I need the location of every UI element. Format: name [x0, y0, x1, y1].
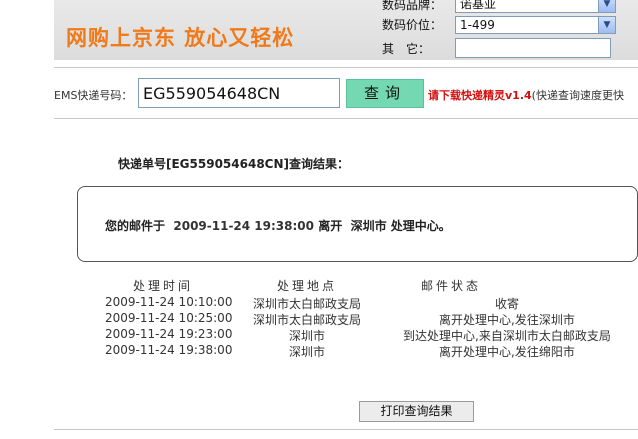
brand-select-value: 诺基亚: [460, 0, 497, 11]
chevron-down-icon[interactable]: ▼: [598, 0, 615, 12]
row-status: 离开处理中心,发往深圳市: [439, 313, 575, 327]
row-time: 2009-11-24 10:25:00: [105, 311, 233, 325]
brand-select[interactable]: 诺基亚 ▼: [455, 0, 616, 13]
banner-slogan: 网购上京东 放心又轻松: [66, 26, 295, 50]
chevron-down-icon[interactable]: ▼: [598, 17, 615, 33]
result-title: 快递单号[EG559054648CN]查询结果：: [118, 157, 350, 171]
summary-place: 深圳市 处理中心。: [350, 219, 451, 233]
result-summary-box: 您的邮件于 2009-11-24 19:38:00 离开 深圳市 处理中心。: [77, 186, 638, 262]
row-status: 收寄: [495, 297, 520, 311]
brand-label: 数码品牌：: [382, 0, 443, 12]
result-summary: 您的邮件于 2009-11-24 19:38:00 离开 深圳市 处理中心。: [105, 217, 451, 234]
divider: [54, 429, 638, 430]
divider: [54, 67, 638, 68]
summary-prefix: 您的邮件于: [105, 219, 166, 233]
row-place: 深圳市: [289, 329, 326, 343]
row-time: 2009-11-24 19:23:00: [105, 327, 233, 341]
row-place: 深圳市: [289, 345, 326, 359]
row-status: 离开处理中心,发往绵阳市: [439, 345, 575, 359]
other-label: 其 它：: [382, 42, 431, 56]
header-place: 处理地点: [277, 279, 338, 293]
query-button[interactable]: 查询: [346, 79, 424, 108]
price-label: 数码价位：: [382, 18, 443, 32]
header-time: 处理时间: [133, 279, 194, 293]
row-place: 深圳市太白邮政支局: [253, 297, 362, 311]
ems-number-label: EMS快递号码：: [54, 89, 133, 102]
row-time: 2009-11-24 10:10:00: [105, 295, 233, 309]
divider: [54, 118, 638, 119]
row-time: 2009-11-24 19:38:00: [105, 343, 233, 357]
ems-number-input[interactable]: [138, 78, 340, 108]
download-link[interactable]: 请下载快递精灵v1.4: [428, 89, 532, 102]
promo-text: 请下载快递精灵v1.4(快递查询速度更快: [428, 87, 624, 103]
price-select[interactable]: 1-499 ▼: [455, 16, 616, 34]
price-select-value: 1-499: [460, 18, 495, 32]
row-place: 深圳市太白邮政支局: [253, 313, 362, 327]
summary-action: 离开: [318, 219, 343, 233]
other-input[interactable]: [455, 38, 611, 58]
header-status: 邮件状态: [421, 279, 482, 293]
row-status: 到达处理中心,来自深圳市太白邮政支局: [403, 329, 611, 343]
promo-note: (快递查询速度更快: [531, 89, 624, 102]
summary-time: 2009-11-24 19:38:00: [173, 219, 315, 233]
print-results-button[interactable]: 打印查询结果: [359, 401, 474, 422]
